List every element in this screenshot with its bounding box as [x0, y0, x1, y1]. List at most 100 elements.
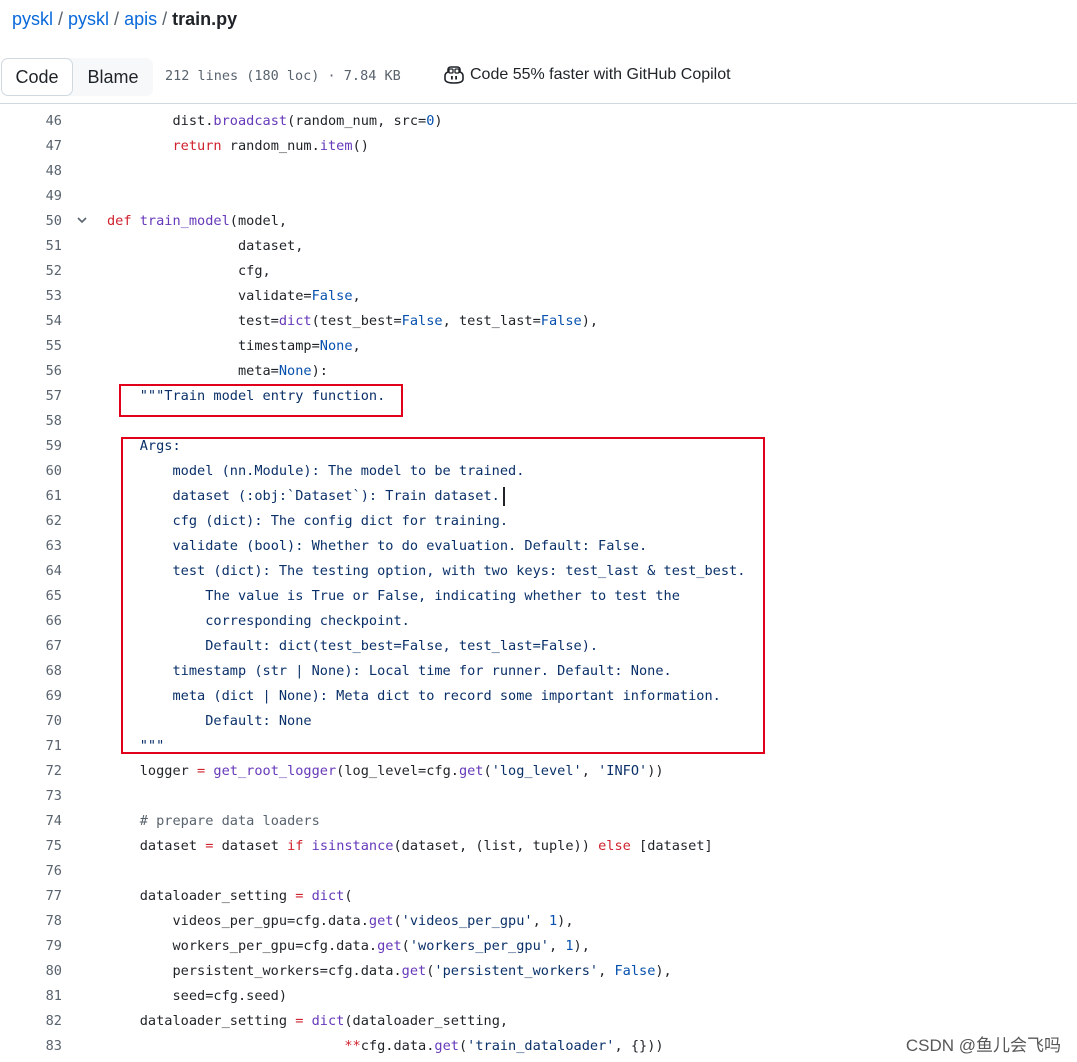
line-number[interactable]: 77: [0, 884, 62, 909]
code-line: 80 persistent_workers=cfg.data.get('pers…: [0, 959, 1077, 984]
code-token: get: [377, 938, 402, 954]
code-token: (: [344, 888, 353, 904]
line-number[interactable]: 73: [0, 784, 62, 809]
code-token: dataset: [213, 838, 288, 854]
text-cursor: [503, 487, 505, 506]
line-number[interactable]: 53: [0, 284, 62, 309]
code-token: def: [107, 213, 132, 229]
code-line: 51 dataset,: [0, 234, 1077, 259]
line-number[interactable]: 48: [0, 159, 62, 184]
line-number[interactable]: 72: [0, 759, 62, 784]
line-number[interactable]: 51: [0, 234, 62, 259]
line-number[interactable]: 52: [0, 259, 62, 284]
code-token: workers_per_gpu=cfg.data.: [107, 938, 378, 954]
code-token: 'persistent_workers': [434, 963, 599, 979]
line-number[interactable]: 59: [0, 434, 62, 459]
toolbar-divider: [0, 103, 1077, 104]
blame-tab-button[interactable]: Blame: [73, 58, 153, 96]
line-number[interactable]: 55: [0, 334, 62, 359]
line-number[interactable]: 66: [0, 609, 62, 634]
code-token: (random_num, src=: [287, 113, 427, 129]
code-token: dict: [311, 888, 345, 904]
code-token: broadcast: [213, 113, 288, 129]
line-number[interactable]: 46: [0, 109, 62, 134]
line-number[interactable]: 70: [0, 709, 62, 734]
code-text: persistent_workers=cfg.data.get('persist…: [107, 959, 671, 984]
line-number[interactable]: 79: [0, 934, 62, 959]
line-number[interactable]: 47: [0, 134, 62, 159]
code-token: dataset,: [107, 238, 304, 254]
code-line: 52 cfg,: [0, 259, 1077, 284]
line-number[interactable]: 76: [0, 859, 62, 884]
code-text: **cfg.data.get('train_dataloader', {})): [107, 1034, 663, 1059]
line-number[interactable]: 54: [0, 309, 62, 334]
line-number[interactable]: 69: [0, 684, 62, 709]
line-number[interactable]: 80: [0, 959, 62, 984]
code-token: get_root_logger: [213, 763, 337, 779]
line-number[interactable]: 71: [0, 734, 62, 759]
line-number[interactable]: 81: [0, 984, 62, 1009]
code-token: (: [393, 913, 402, 929]
line-number[interactable]: 60: [0, 459, 62, 484]
line-number[interactable]: 57: [0, 384, 62, 409]
breadcrumb-dir-apis-link[interactable]: apis: [124, 9, 157, 29]
line-number[interactable]: 65: [0, 584, 62, 609]
line-number[interactable]: 56: [0, 359, 62, 384]
code-line: 74 # prepare data loaders: [0, 809, 1077, 834]
code-token: (: [401, 938, 410, 954]
code-token: ): [434, 113, 443, 129]
chevron-down-icon[interactable]: [74, 212, 90, 228]
code-text: # prepare data loaders: [107, 809, 320, 834]
code-line: 46 dist.broadcast(random_num, src=0): [0, 109, 1077, 134]
code-line: 49: [0, 184, 1077, 209]
code-token: get: [368, 913, 394, 929]
code-token: 1: [548, 913, 558, 929]
code-token: isinstance: [311, 838, 394, 854]
code-line: 56 meta=None):: [0, 359, 1077, 384]
code-text: return random_num.item(): [107, 134, 368, 159]
code-line: 81 seed=cfg.seed): [0, 984, 1077, 1009]
code-token: 'log_level': [491, 763, 582, 779]
code-token: 'train_dataloader': [467, 1038, 615, 1054]
breadcrumb-repo-link[interactable]: pyskl: [12, 9, 53, 29]
code-tab-button[interactable]: Code: [1, 58, 73, 96]
code-token: get: [401, 963, 427, 979]
line-number[interactable]: 50: [0, 209, 62, 234]
code-token: ):: [311, 363, 328, 379]
code-text: test=dict(test_best=False, test_last=Fal…: [107, 309, 598, 334]
line-number[interactable]: 78: [0, 909, 62, 934]
line-number[interactable]: 49: [0, 184, 62, 209]
code-token: meta=: [107, 363, 279, 379]
breadcrumb-separator: /: [58, 9, 64, 29]
copilot-promo-link[interactable]: Code 55% faster with GitHub Copilot: [444, 66, 731, 84]
code-token: (model,: [229, 213, 288, 229]
line-number[interactable]: 62: [0, 509, 62, 534]
line-number[interactable]: 75: [0, 834, 62, 859]
line-number[interactable]: 64: [0, 559, 62, 584]
line-number[interactable]: 82: [0, 1009, 62, 1034]
code-text: dataset,: [107, 234, 303, 259]
code-token: )): [647, 763, 664, 779]
code-text: seed=cfg.seed): [107, 984, 287, 1009]
code-token: get: [458, 763, 484, 779]
code-line: 48: [0, 159, 1077, 184]
code-token: (: [458, 1038, 468, 1054]
line-number[interactable]: 63: [0, 534, 62, 559]
line-number[interactable]: 67: [0, 634, 62, 659]
code-token: ,: [532, 913, 549, 929]
copilot-icon: [444, 66, 464, 84]
line-number[interactable]: 68: [0, 659, 62, 684]
code-line: 53 validate=False,: [0, 284, 1077, 309]
code-text: dataloader_setting = dict(: [107, 884, 353, 909]
breadcrumb-dir-pyskl-link[interactable]: pyskl: [68, 9, 109, 29]
line-number[interactable]: 61: [0, 484, 62, 509]
code-token: cfg,: [107, 263, 271, 279]
line-number[interactable]: 74: [0, 809, 62, 834]
watermark: CSDN @鱼儿会飞吗: [905, 1036, 1061, 1055]
line-number[interactable]: 58: [0, 409, 62, 434]
line-number[interactable]: 83: [0, 1034, 62, 1059]
